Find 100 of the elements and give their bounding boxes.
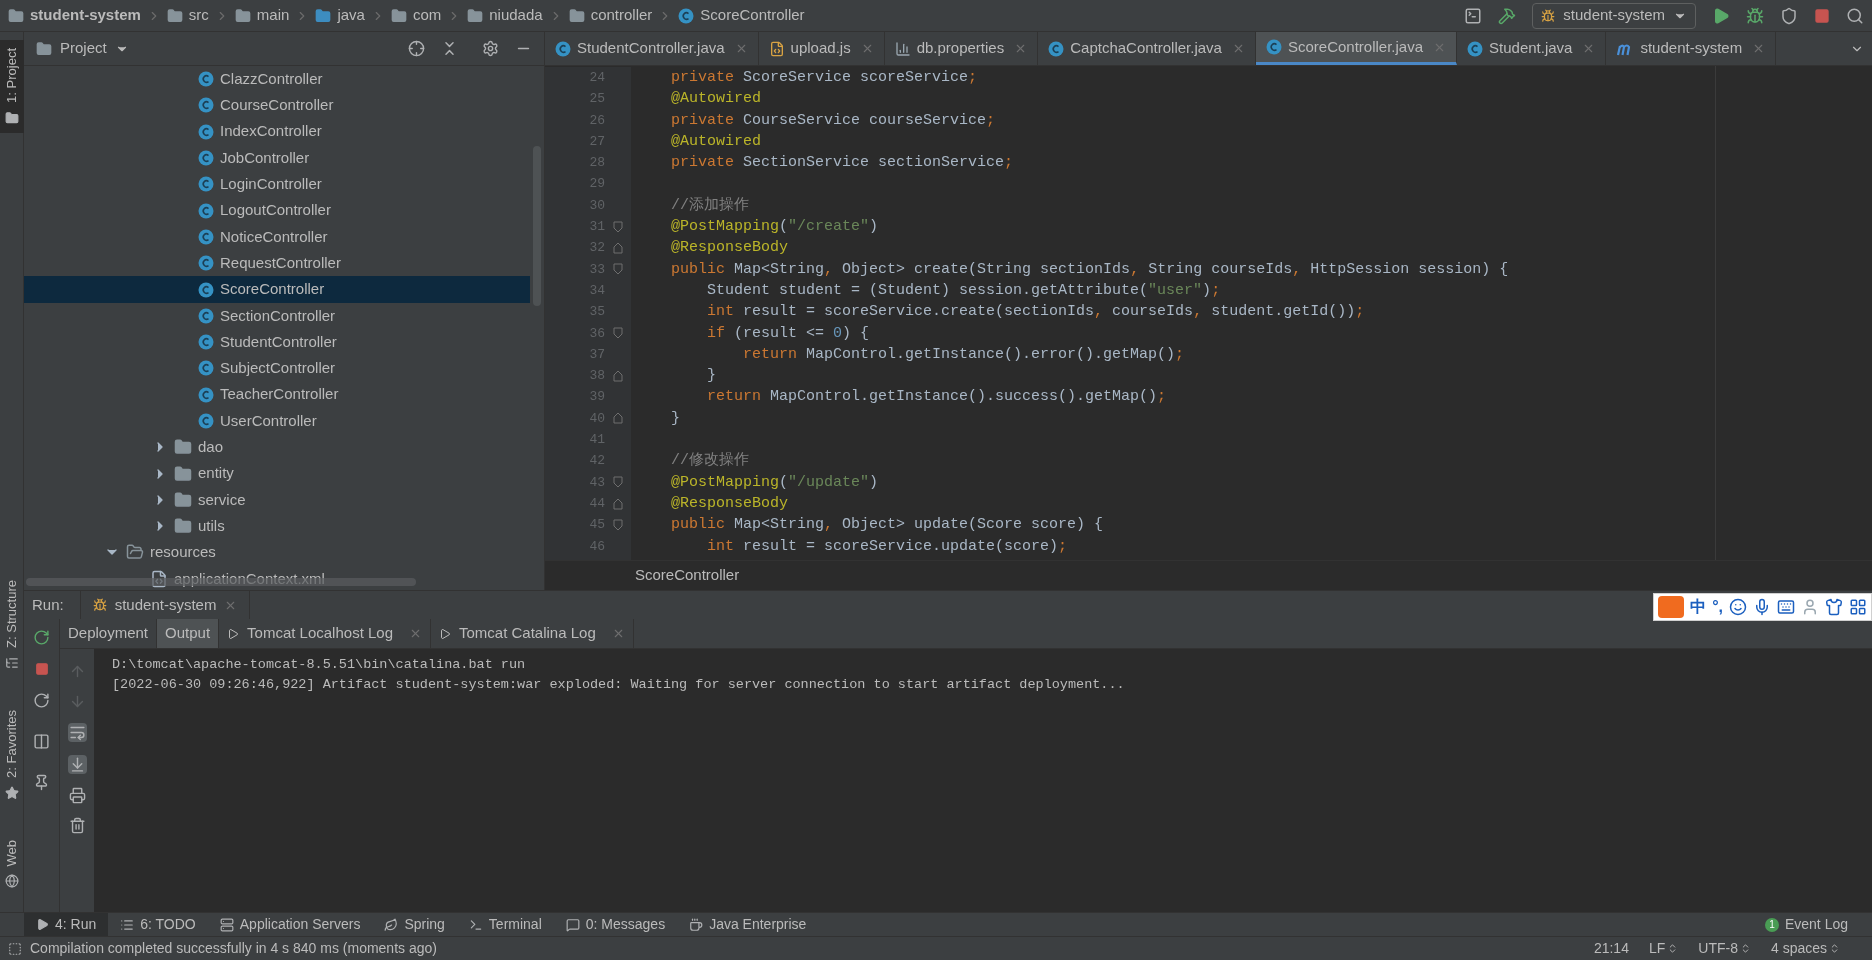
properties-file-icon <box>894 40 911 57</box>
tree-item[interactable]: ClazzController <box>24 66 530 93</box>
editor-tab[interactable]: upload.js <box>758 32 885 65</box>
input-method-label[interactable]: 中 <box>1690 595 1707 619</box>
tree-item[interactable]: SubjectController <box>24 355 530 382</box>
fold-marker-icon[interactable] <box>613 263 623 276</box>
breadcrumb-item[interactable]: com <box>390 4 442 27</box>
run-tab[interactable]: Tomcat Catalina Log <box>431 619 634 648</box>
editor-tab[interactable]: ScoreController.java <box>1255 32 1458 65</box>
stop-icon[interactable] <box>34 662 49 676</box>
fold-marker-icon[interactable] <box>613 242 623 254</box>
tree-item[interactable]: entity <box>24 460 530 487</box>
event-log-tab[interactable]: 1 Event Log <box>1764 913 1848 936</box>
tree-item[interactable]: LogoutController <box>24 197 530 224</box>
fold-marker-icon[interactable] <box>613 412 623 425</box>
run-icon[interactable] <box>1712 6 1730 25</box>
fold-marker-icon[interactable] <box>613 476 623 489</box>
fold-marker-icon[interactable] <box>613 497 623 510</box>
run-session-tab[interactable]: student-system <box>79 591 251 619</box>
keyboard-icon[interactable] <box>1777 598 1795 616</box>
tool-window-tab[interactable]: 0: Messages <box>553 913 678 936</box>
tool-window-tab[interactable]: Application Servers <box>207 913 373 936</box>
input-method-label[interactable]: °, <box>1712 595 1723 619</box>
tree-item[interactable]: JobController <box>24 144 530 172</box>
code-breadcrumb[interactable]: ScoreController <box>635 564 740 587</box>
restart-icon[interactable] <box>33 692 50 709</box>
stop-icon[interactable] <box>1814 7 1830 24</box>
run-tab[interactable]: Tomcat Localhost Log <box>219 619 431 648</box>
trash-icon[interactable] <box>68 817 86 834</box>
soft-wrap-icon[interactable] <box>67 723 87 742</box>
breadcrumb-item[interactable]: student-system <box>8 4 141 27</box>
rerun-icon[interactable] <box>33 629 50 646</box>
build-icon[interactable] <box>1498 6 1517 25</box>
fold-marker-icon[interactable] <box>613 220 623 233</box>
breadcrumb-item[interactable]: main <box>234 4 290 27</box>
tool-window-tab[interactable]: 4: Run <box>24 913 109 936</box>
pin-icon[interactable] <box>33 774 50 791</box>
side-tool-tab[interactable]: 1: Project <box>0 40 24 133</box>
class-icon <box>198 360 214 377</box>
tree-item[interactable]: NoticeController <box>24 223 530 251</box>
tree-item[interactable]: UserController <box>24 407 530 435</box>
tool-window-tab[interactable]: Spring <box>372 913 457 936</box>
side-tool-tab[interactable]: Z: Structure <box>0 571 24 678</box>
status-item[interactable]: UTF-8 <box>1692 938 1757 959</box>
settings-icon[interactable] <box>482 40 499 57</box>
code-line: return MapControl.getInstance().success().getMap(); <box>706 388 1167 406</box>
search-icon[interactable] <box>1846 6 1864 25</box>
tree-item[interactable]: SectionController <box>24 302 530 329</box>
breadcrumb-item[interactable]: java <box>315 4 365 27</box>
smiley-icon[interactable] <box>1729 598 1747 616</box>
run-config-dropdown[interactable]: student-system <box>1532 2 1696 29</box>
tree-item[interactable]: TeacherController <box>24 381 530 408</box>
tree-item[interactable]: IndexController <box>24 118 530 145</box>
fold-marker-icon[interactable] <box>613 369 623 382</box>
tree-item[interactable]: dao <box>24 434 530 461</box>
breadcrumb-item[interactable]: niudada <box>467 4 543 27</box>
coverage-icon[interactable] <box>1780 6 1798 25</box>
tree-item[interactable]: ScoreController <box>24 276 530 303</box>
side-tool-tab[interactable]: Web <box>0 831 24 896</box>
fold-marker-icon[interactable] <box>613 327 623 340</box>
shirt-icon[interactable] <box>1825 598 1843 616</box>
editor-tab[interactable]: db.properties <box>884 32 1039 65</box>
breadcrumb-item[interactable]: controller <box>568 4 653 27</box>
breadcrumb-item[interactable]: src <box>166 4 209 27</box>
side-tool-tab[interactable]: 2: Favorites <box>0 701 24 808</box>
tree-item[interactable]: utils <box>24 513 530 540</box>
tool-window-tab[interactable]: Java Enterprise <box>677 913 819 936</box>
layout-icon[interactable] <box>33 733 50 750</box>
tree-item[interactable]: StudentController <box>24 328 530 356</box>
editor-tab[interactable]: student-system <box>1606 32 1777 65</box>
status-item[interactable]: 21:14 <box>1587 938 1635 959</box>
grid-icon[interactable] <box>1849 598 1867 616</box>
fold-marker-icon[interactable] <box>613 518 623 531</box>
print-icon[interactable] <box>68 787 86 804</box>
locate-icon[interactable] <box>408 40 425 57</box>
editor-tab[interactable]: StudentController.java <box>545 32 759 65</box>
panel-toggle-icon[interactable] <box>8 941 22 956</box>
tree-item[interactable]: service <box>24 486 530 514</box>
tool-window-tab[interactable]: 6: TODO <box>108 913 208 936</box>
editor-tab[interactable]: Student.java <box>1457 32 1607 65</box>
status-item[interactable]: 4 spaces <box>1764 938 1846 959</box>
person-icon[interactable] <box>1801 598 1819 616</box>
run-tab[interactable]: Output <box>157 619 220 648</box>
status-item[interactable]: LF <box>1642 938 1685 959</box>
tree-item[interactable]: resources <box>24 539 530 566</box>
debug-icon[interactable] <box>1746 6 1764 25</box>
scroll-to-end-icon[interactable] <box>67 755 87 774</box>
package-icon <box>174 490 192 509</box>
tree-item[interactable]: LoginController <box>24 171 530 198</box>
breadcrumb-item[interactable]: ScoreController <box>678 4 805 27</box>
tool-window-tab[interactable]: Terminal <box>456 913 554 936</box>
tree-item[interactable]: RequestController <box>24 250 530 277</box>
close-icon[interactable] <box>409 627 422 640</box>
panel-title[interactable]: Project <box>60 37 107 60</box>
mic-icon[interactable] <box>1753 598 1771 616</box>
tree-item-label: SubjectController <box>220 358 336 379</box>
editor-tab[interactable]: CaptchaController.java <box>1038 32 1256 65</box>
layout-icon[interactable] <box>1464 6 1483 25</box>
package-icon <box>390 7 407 24</box>
tree-item[interactable]: CourseController <box>24 92 530 119</box>
